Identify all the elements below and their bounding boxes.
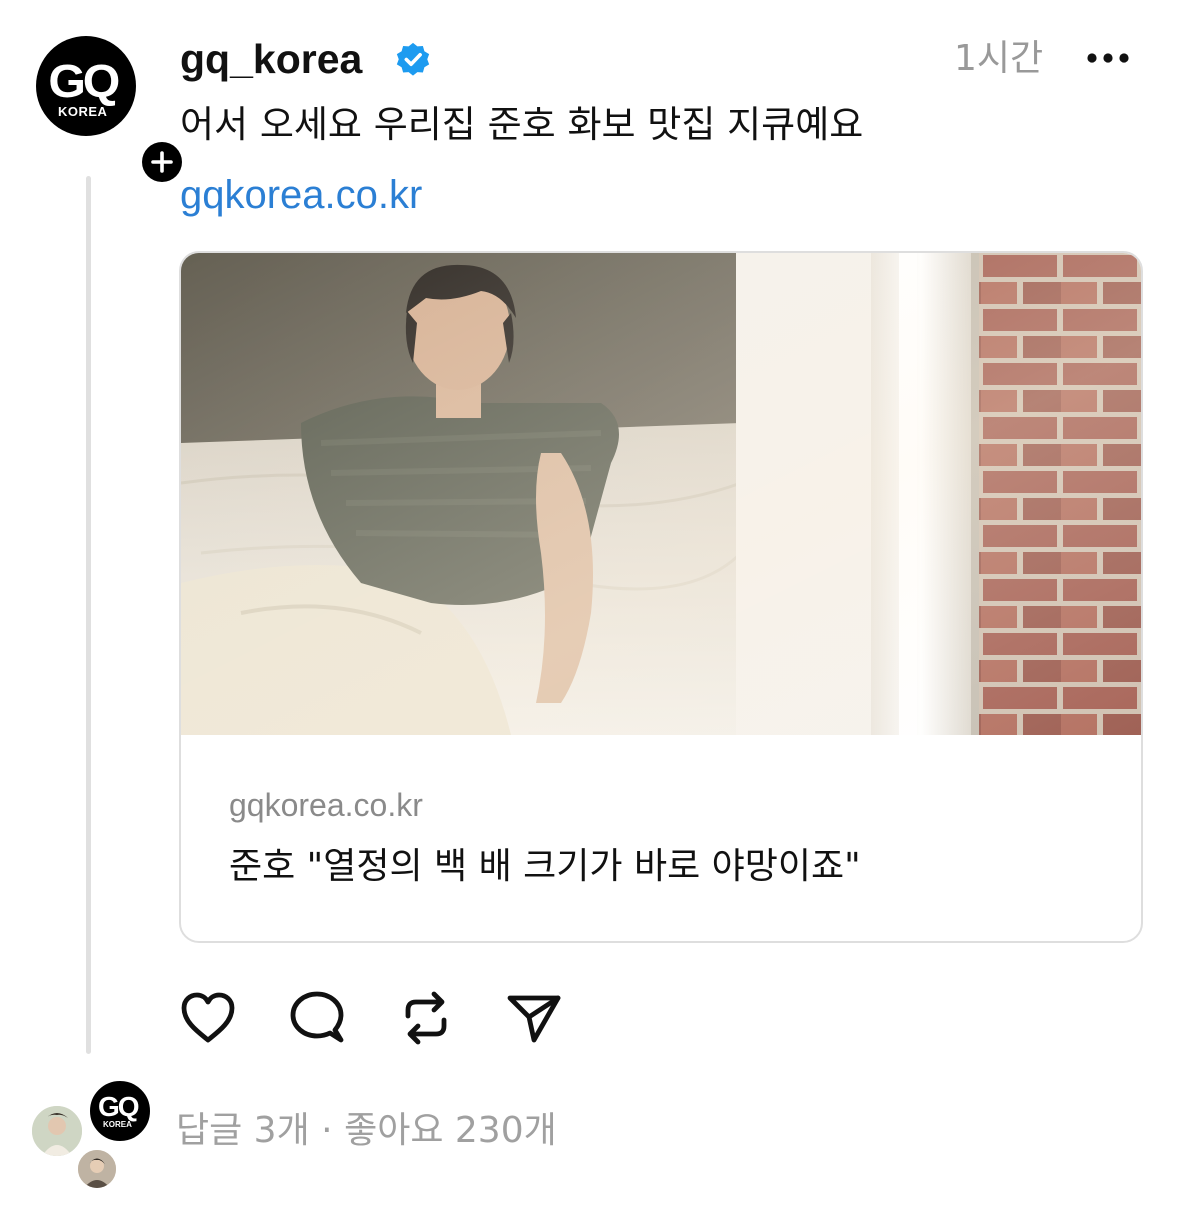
replies-count-link[interactable]: 답글 3개 [176, 1110, 310, 1151]
replier-avatar-photo [78, 1150, 116, 1188]
replier-logo-gq: GQ [98, 1091, 140, 1122]
link-preview-title: 준호 "열정의 백 배 크기가 바로 야망이죠" [229, 846, 861, 887]
likes-count-link[interactable]: 좋아요 230개 [344, 1110, 557, 1151]
post-link[interactable]: gqkorea.co.kr [180, 170, 422, 220]
heart-icon[interactable] [176, 986, 240, 1050]
follow-button[interactable] [138, 138, 186, 186]
stats-separator: · [321, 1110, 333, 1151]
author-avatar[interactable]: GQ KOREA [36, 36, 186, 186]
post-stats: 답글 3개 · 좋아요 230개 [176, 1106, 557, 1156]
comment-icon[interactable] [285, 986, 349, 1050]
post-caption: 어서 오세요 우리집 준호 화보 맛집 지큐예요 [180, 103, 864, 146]
link-preview-domain: gqkorea.co.kr [229, 787, 423, 823]
replier-logo-korea: KOREA [103, 1120, 132, 1129]
repost-icon[interactable] [394, 986, 458, 1050]
verified-badge-icon [396, 42, 430, 76]
more-options-icon[interactable] [1085, 48, 1131, 68]
link-preview-image [181, 253, 1141, 735]
link-preview-card[interactable]: gqkorea.co.kr 준호 "열정의 백 배 크기가 바로 야망이죠" [179, 251, 1143, 943]
replier-avatar[interactable] [30, 1104, 84, 1158]
plus-icon [142, 142, 182, 182]
avatar-logo-gq: GQ [48, 55, 120, 107]
share-icon[interactable] [502, 986, 566, 1050]
replier-avatar-photo [32, 1106, 82, 1156]
post-timestamp: 1시간 [954, 38, 1044, 79]
replier-avatar-gq[interactable]: GQ KOREA [88, 1079, 152, 1143]
author-username[interactable]: gq_korea [180, 34, 362, 84]
avatar-logo-korea: KOREA [58, 104, 108, 119]
replier-avatar[interactable] [76, 1148, 118, 1190]
thread-line [86, 176, 91, 1054]
